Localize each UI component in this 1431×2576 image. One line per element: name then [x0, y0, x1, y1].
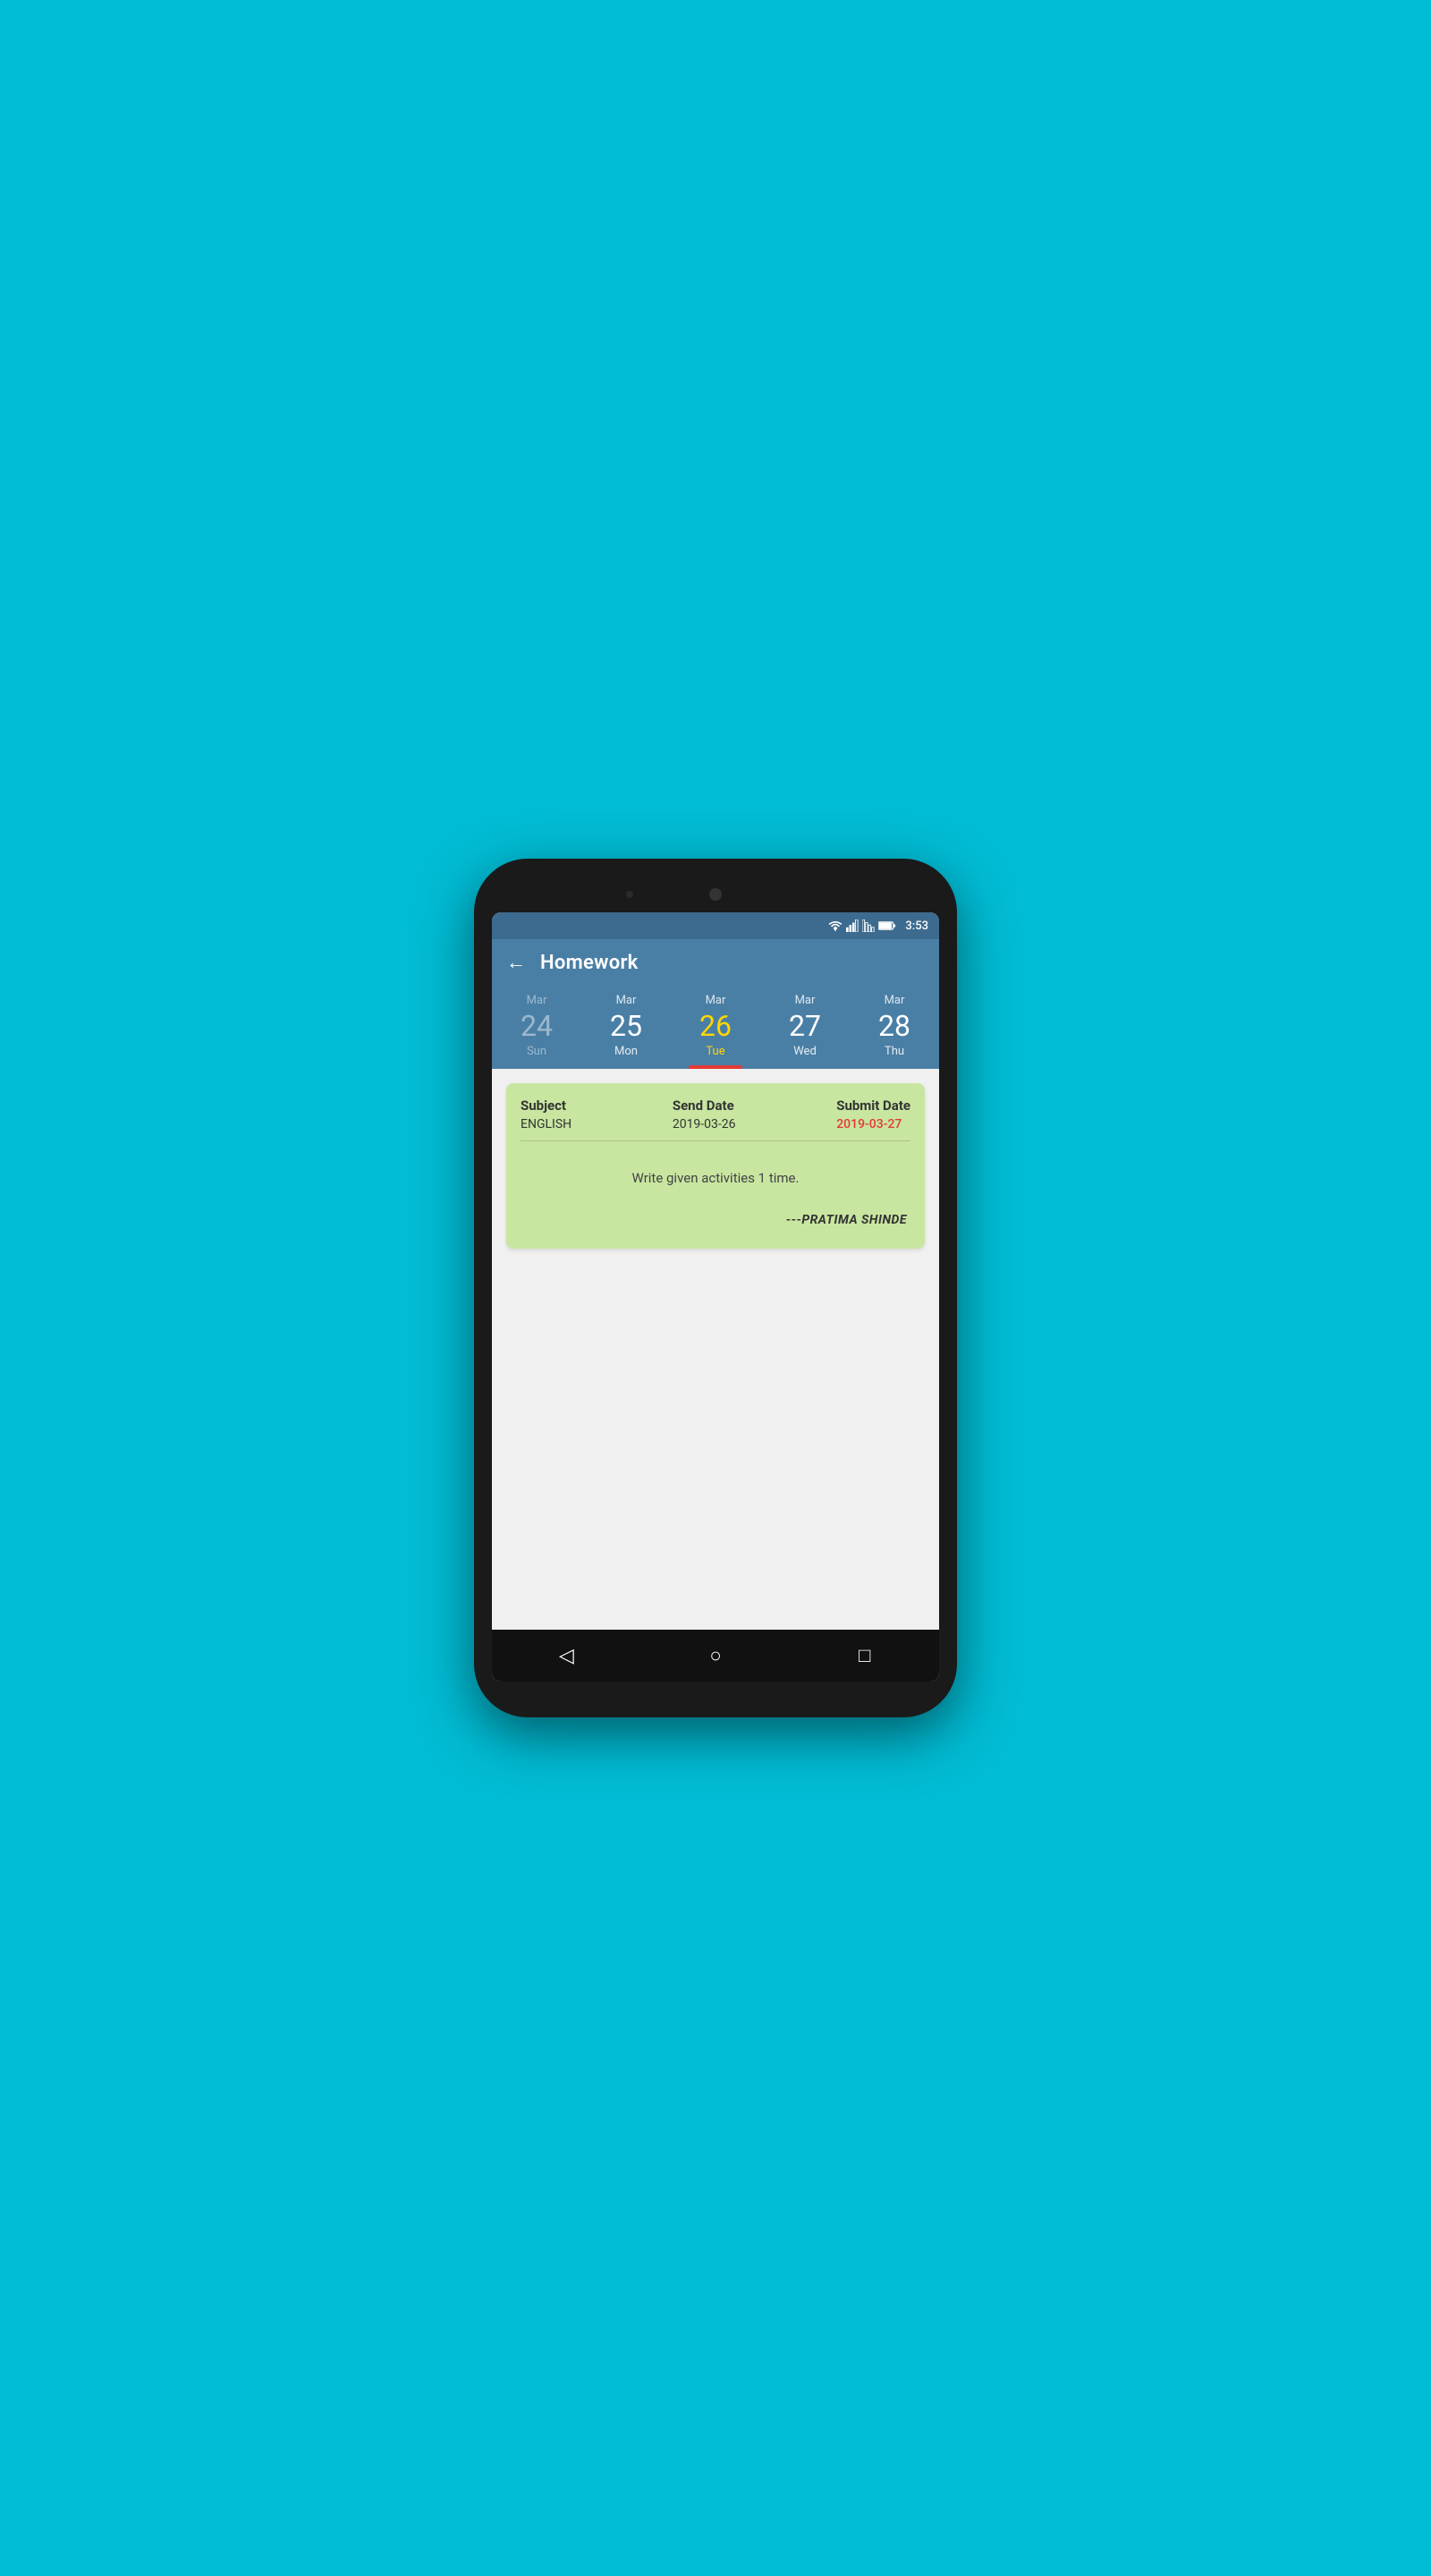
calendar-day-sun[interactable]: Mar 24 Sun	[492, 994, 581, 1069]
card-header: Subject ENGLISH Send Date 2019-03-26 Sub…	[521, 1097, 910, 1141]
wifi-icon	[828, 919, 843, 932]
phone-top-bar	[492, 877, 939, 912]
submit-date-field: Submit Date 2019-03-27	[836, 1097, 910, 1131]
submit-date-value: 2019-03-27	[836, 1117, 910, 1131]
app-title: Homework	[540, 952, 639, 974]
cal-month-4: Mar	[885, 994, 905, 1007]
cal-weekday-3: Wed	[793, 1045, 817, 1058]
signal-icon	[846, 919, 859, 932]
cal-number-3: 27	[789, 1011, 821, 1042]
cal-weekday-4: Thu	[885, 1045, 904, 1058]
cal-weekday-1: Mon	[614, 1045, 638, 1058]
status-bar: 3:53	[492, 912, 939, 939]
cal-number-1: 25	[610, 1011, 642, 1042]
calendar-strip: Mar 24 Sun Mar 25 Mon Mar 26 Tue Mar 27 …	[492, 987, 939, 1069]
phone-screen: 3:53 ← Homework Mar 24 Sun Mar 25 Mon Ma…	[492, 912, 939, 1682]
app-header: ← Homework	[492, 939, 939, 987]
homework-description: Write given activities 1 time.	[524, 1161, 907, 1195]
subject-value: ENGLISH	[521, 1117, 572, 1131]
active-day-indicator	[689, 1065, 742, 1069]
subject-field: Subject ENGLISH	[521, 1097, 572, 1131]
card-body: Write given activities 1 time. ---PRATIM…	[521, 1154, 910, 1234]
phone-speaker	[626, 891, 633, 898]
cal-number-0: 24	[521, 1011, 553, 1042]
cal-month-2: Mar	[706, 994, 726, 1007]
calendar-day-thu[interactable]: Mar 28 Thu	[850, 994, 939, 1069]
phone-camera	[709, 888, 722, 901]
cal-number-2: 26	[699, 1011, 732, 1042]
homework-author: ---PRATIMA SHINDE	[524, 1213, 907, 1227]
cal-month-3: Mar	[795, 994, 816, 1007]
status-icons	[828, 919, 896, 932]
calendar-day-mon[interactable]: Mar 25 Mon	[581, 994, 671, 1069]
submit-date-label: Submit Date	[836, 1097, 910, 1114]
phone-bottom-bar	[492, 1682, 939, 1699]
nav-recent-button[interactable]: □	[843, 1633, 887, 1678]
battery-icon	[878, 920, 896, 931]
calendar-day-tue[interactable]: Mar 26 Tue	[671, 994, 760, 1069]
send-date-label: Send Date	[673, 1097, 736, 1114]
subject-label: Subject	[521, 1097, 572, 1114]
nav-home-button[interactable]: ○	[693, 1633, 738, 1678]
nav-back-button[interactable]: ◁	[544, 1633, 588, 1678]
send-date-field: Send Date 2019-03-26	[673, 1097, 736, 1131]
back-button[interactable]: ←	[506, 953, 526, 973]
send-date-value: 2019-03-26	[673, 1117, 736, 1131]
content-area: Subject ENGLISH Send Date 2019-03-26 Sub…	[492, 1069, 939, 1630]
signal-icon-2	[862, 919, 875, 932]
cal-month-1: Mar	[616, 994, 637, 1007]
phone-device: 3:53 ← Homework Mar 24 Sun Mar 25 Mon Ma…	[474, 859, 957, 1717]
cal-number-4: 28	[878, 1011, 910, 1042]
cal-weekday-2: Tue	[706, 1045, 724, 1058]
nav-bar: ◁ ○ □	[492, 1630, 939, 1682]
homework-card: Subject ENGLISH Send Date 2019-03-26 Sub…	[506, 1083, 925, 1249]
cal-month-0: Mar	[527, 994, 547, 1007]
status-time: 3:53	[905, 919, 928, 933]
calendar-day-wed[interactable]: Mar 27 Wed	[760, 994, 850, 1069]
cal-weekday-0: Sun	[527, 1045, 546, 1058]
